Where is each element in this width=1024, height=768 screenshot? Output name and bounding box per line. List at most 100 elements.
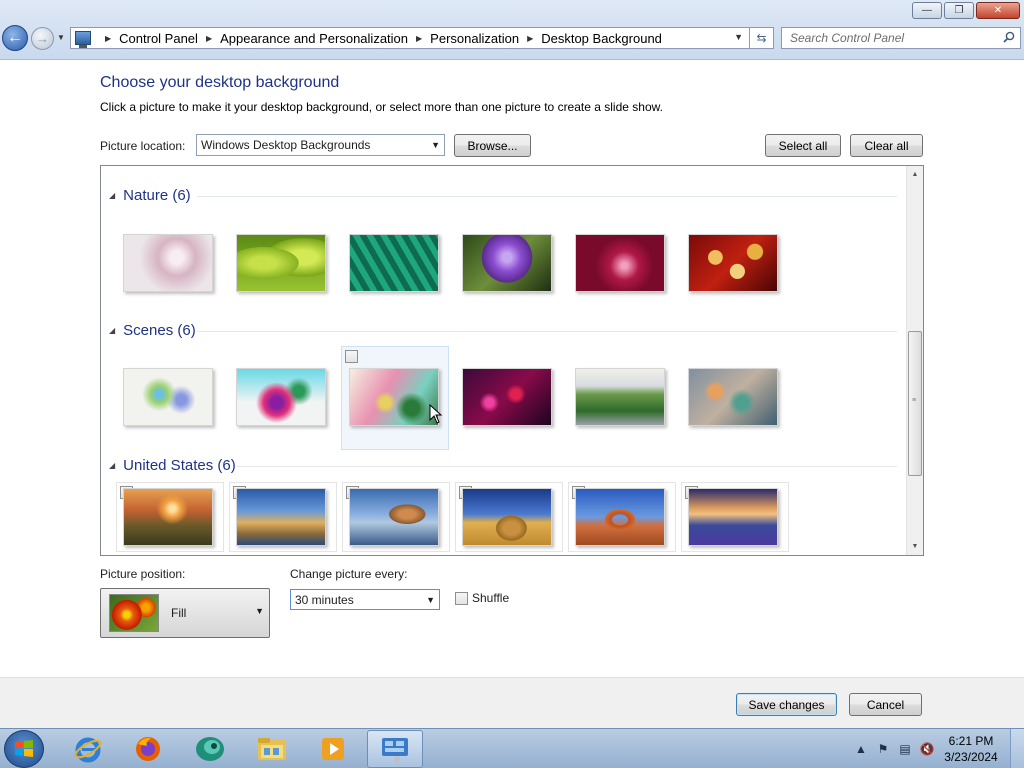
internet-explorer-icon	[74, 737, 102, 763]
breadcrumb-separator-icon[interactable]: ▶	[416, 34, 422, 43]
taskbar-control-panel[interactable]	[367, 730, 423, 768]
collapse-triangle-icon[interactable]: ◢	[109, 191, 115, 200]
wallpaper-tile[interactable]	[675, 220, 783, 324]
back-button[interactable]: ←	[2, 25, 28, 51]
save-changes-button[interactable]: Save changes	[736, 693, 837, 716]
wallpaper-thumbnail	[123, 368, 213, 426]
cancel-button[interactable]: Cancel	[849, 693, 922, 716]
show-hidden-icons-icon[interactable]: ▲	[850, 742, 872, 756]
group-header-nature[interactable]: ◢ Nature (6)	[109, 187, 191, 204]
breadcrumb-desktop-background[interactable]: Desktop Background	[541, 31, 662, 46]
wallpaper-tile[interactable]	[449, 220, 557, 324]
taskbar-app[interactable]	[182, 730, 238, 768]
group-header-united-states[interactable]: ◢ United States (6)	[109, 457, 236, 474]
minimize-button[interactable]: —	[912, 2, 942, 19]
address-history-dropdown[interactable]: ▼	[734, 32, 743, 42]
title-bar: — ❐ ✕ ← → ▼ ▶ Control Panel ▶ Appearance…	[0, 0, 1024, 60]
wallpaper-tile-hovered[interactable]	[341, 346, 449, 450]
action-center-flag-icon[interactable]: ⚑	[872, 742, 894, 756]
wallpaper-tile-checked[interactable]: ✓	[229, 482, 337, 552]
show-desktop-button[interactable]	[1010, 729, 1024, 768]
taskbar-firefox[interactable]	[120, 730, 176, 768]
wallpaper-tile[interactable]	[675, 354, 783, 458]
wallpaper-tile-checked[interactable]: ✓	[116, 482, 224, 552]
wallpaper-tile-checked[interactable]: ✓	[681, 482, 789, 552]
wallpaper-thumbnail	[236, 234, 326, 292]
picture-location-select[interactable]: Windows Desktop Backgrounds ▼	[196, 134, 445, 156]
scrollbar-thumb[interactable]: ≡	[908, 331, 922, 476]
wallpaper-tile[interactable]	[110, 220, 218, 324]
taskbar-windows-explorer[interactable]	[244, 730, 300, 768]
wallpaper-tile[interactable]	[223, 354, 331, 458]
recent-pages-dropdown[interactable]: ▼	[57, 33, 65, 42]
arrow-left-icon: ←	[7, 29, 23, 46]
taskbar-internet-explorer[interactable]	[60, 730, 116, 768]
shuffle-checkbox[interactable]: Shuffle	[455, 591, 509, 605]
page-title: Choose your desktop background	[100, 74, 340, 91]
change-picture-value: 30 minutes	[295, 592, 354, 607]
scroll-down-icon[interactable]: ▼	[907, 538, 923, 555]
start-button[interactable]	[4, 730, 44, 768]
restore-button[interactable]: ❐	[944, 2, 974, 19]
breadcrumb-separator-icon[interactable]: ▶	[527, 34, 533, 43]
group-title: Scenes (6)	[123, 322, 196, 339]
wallpaper-tile[interactable]	[336, 220, 444, 324]
wallpaper-thumbnail	[349, 234, 439, 292]
taskbar-media-player[interactable]	[305, 730, 361, 768]
forward-button[interactable]: →	[31, 27, 54, 50]
network-icon[interactable]: ▤	[894, 742, 916, 756]
clear-all-button[interactable]: Clear all	[850, 134, 923, 157]
caption-buttons: — ❐ ✕	[912, 2, 1020, 19]
picture-position-label: Picture position:	[100, 567, 186, 581]
clock-date: 3/23/2024	[944, 750, 998, 764]
picture-gallery[interactable]: ◢ Nature (6) ◢ Scenes (6) ◢ United State…	[100, 165, 924, 556]
change-picture-select[interactable]: 30 minutes ▼	[290, 589, 440, 610]
collapse-triangle-icon[interactable]: ◢	[109, 326, 115, 335]
notification-area: ▲ ⚑ ▤ 🔇 6:21 PM 3/23/2024	[850, 729, 1024, 768]
wallpaper-checkbox[interactable]	[345, 350, 358, 363]
wallpaper-tile[interactable]	[562, 220, 670, 324]
browse-button[interactable]: Browse...	[454, 134, 531, 157]
breadcrumb-control-panel[interactable]: Control Panel	[119, 31, 198, 46]
wallpaper-tile[interactable]	[562, 354, 670, 458]
refresh-icon: ⇆	[756, 31, 767, 45]
refresh-button[interactable]: ⇆	[750, 27, 774, 49]
wallpaper-tile-checked[interactable]: ✓	[342, 482, 450, 552]
address-bar[interactable]: ▶ Control Panel ▶ Appearance and Persona…	[70, 27, 750, 49]
content-area: Choose your desktop background Click a p…	[0, 61, 1024, 677]
volume-muted-icon[interactable]: 🔇	[916, 742, 938, 756]
picture-location-label: Picture location:	[100, 139, 186, 153]
wallpaper-tile[interactable]	[223, 220, 331, 324]
breadcrumb-personalization[interactable]: Personalization	[430, 31, 519, 46]
select-all-button[interactable]: Select all	[765, 134, 841, 157]
breadcrumb-separator-icon[interactable]: ▶	[206, 34, 212, 43]
checkbox-box[interactable]	[455, 591, 468, 605]
group-divider	[197, 196, 897, 197]
wallpaper-thumbnail	[236, 488, 326, 546]
picture-position-select[interactable]: Fill ▼	[100, 588, 270, 638]
scroll-up-icon[interactable]: ▲	[907, 166, 923, 183]
chevron-down-icon: ▼	[255, 606, 264, 616]
close-button[interactable]: ✕	[976, 2, 1020, 19]
firefox-icon	[136, 737, 160, 761]
wallpaper-tile-checked[interactable]: ✓	[455, 482, 563, 552]
picture-location-value: Windows Desktop Backgrounds	[201, 138, 371, 152]
wallpaper-tile[interactable]	[110, 354, 218, 458]
folder-icon	[258, 738, 286, 760]
breadcrumb-appearance[interactable]: Appearance and Personalization	[220, 31, 408, 46]
wallpaper-thumbnail	[349, 488, 439, 546]
wallpaper-thumbnail	[575, 488, 665, 546]
wallpaper-thumbnail	[688, 234, 778, 292]
search-input[interactable]	[782, 28, 982, 48]
search-icon[interactable]	[1003, 31, 1015, 43]
chevron-down-icon: ▼	[431, 140, 440, 150]
wallpaper-tile-checked[interactable]: ✓	[568, 482, 676, 552]
wallpaper-thumbnail	[123, 234, 213, 292]
clock[interactable]: 6:21 PM 3/23/2024	[938, 733, 1004, 765]
collapse-triangle-icon[interactable]: ◢	[109, 461, 115, 470]
shuffle-label: Shuffle	[472, 591, 510, 605]
arrow-right-icon: →	[36, 31, 49, 46]
gallery-scrollbar[interactable]: ▲ ≡ ▼	[906, 166, 923, 555]
wallpaper-tile[interactable]	[449, 354, 557, 458]
group-header-scenes[interactable]: ◢ Scenes (6)	[109, 322, 196, 339]
